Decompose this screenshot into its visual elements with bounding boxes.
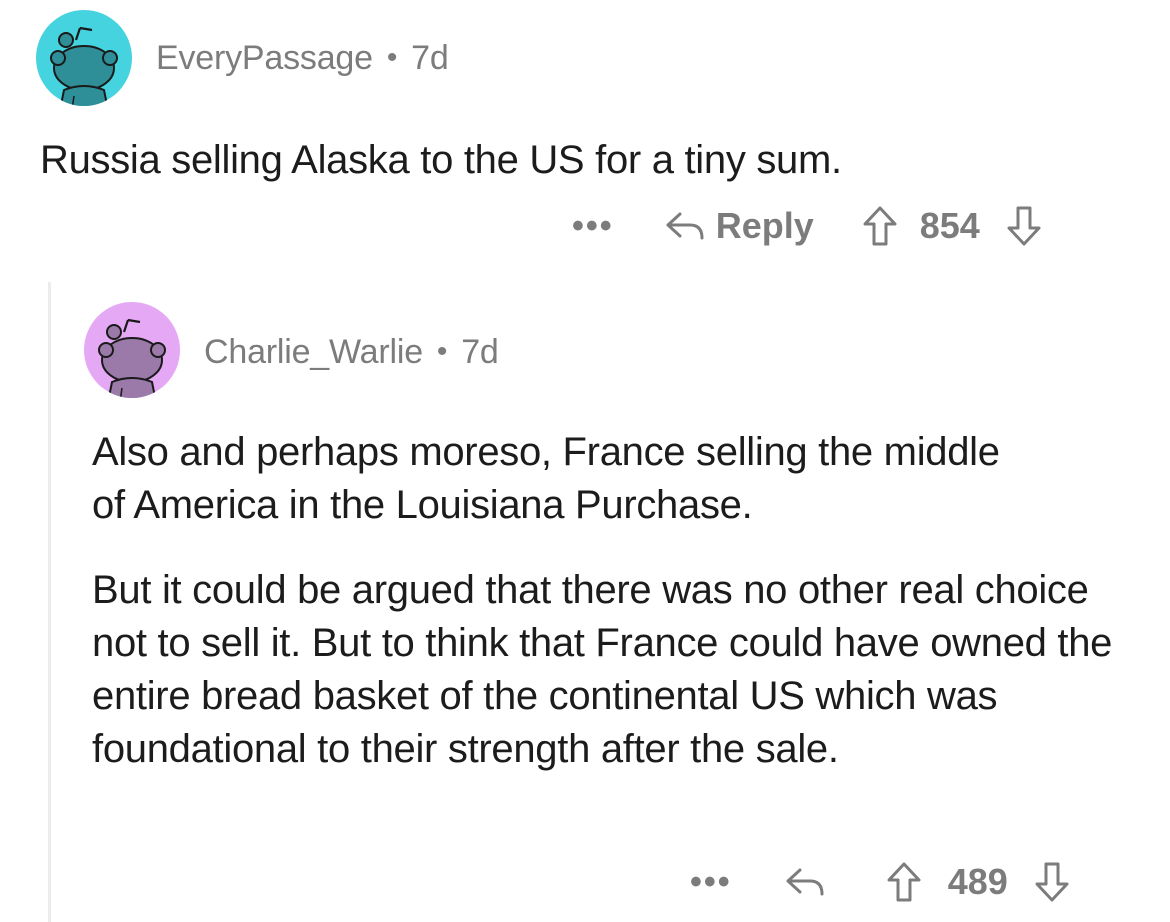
vote-controls: 854 [862, 205, 1042, 247]
separator-dot: • [386, 41, 398, 74]
upvote-arrow-icon[interactable] [862, 205, 898, 247]
more-options-button[interactable]: ••• [572, 207, 614, 246]
reply-arrow-icon [664, 208, 708, 244]
timestamp: 7d [461, 332, 499, 371]
username[interactable]: Charlie_Warlie [204, 333, 423, 372]
vote-score: 854 [919, 205, 980, 246]
reply-arrow-icon[interactable] [784, 864, 828, 900]
comment-body: Russia selling Alaska to the US for a ti… [40, 134, 1140, 186]
separator-dot: • [436, 335, 448, 368]
comment-everypassage: EveryPassage • 7d Russia selling Alaska … [0, 0, 1170, 282]
comment-paragraph: Russia selling Alaska to the US for a ti… [40, 138, 842, 182]
comment-charlie-warlie: Charlie_Warlie • 7d Also and perhaps mor… [0, 282, 1170, 922]
comment-paragraph: But it could be argued that there was no… [92, 568, 1113, 771]
timestamp: 7d [411, 38, 449, 77]
snoo-avatar-icon [98, 318, 166, 398]
downvote-arrow-icon[interactable] [1006, 205, 1042, 247]
vote-controls: 489 [886, 861, 1070, 903]
snoo-avatar-icon [50, 26, 118, 106]
vote-score: 489 [947, 861, 1008, 902]
username[interactable]: EveryPassage [156, 39, 373, 78]
author-line: EveryPassage • 7d [156, 36, 449, 80]
comment-body: Also and perhaps moreso, France selling … [92, 426, 1132, 776]
upvote-arrow-icon[interactable] [886, 861, 922, 903]
comment-paragraph: Also and perhaps moreso, France selling … [92, 430, 1000, 527]
reply-button[interactable]: Reply [664, 205, 814, 247]
comment-actions: ••• Reply 854 [572, 200, 1042, 252]
author-line: Charlie_Warlie • 7d [204, 330, 499, 374]
avatar[interactable] [36, 10, 132, 106]
more-options-button[interactable]: ••• [690, 863, 732, 902]
comment-actions: ••• 489 [690, 856, 1070, 908]
avatar[interactable] [84, 302, 180, 398]
downvote-arrow-icon[interactable] [1034, 861, 1070, 903]
reply-label: Reply [715, 205, 814, 246]
